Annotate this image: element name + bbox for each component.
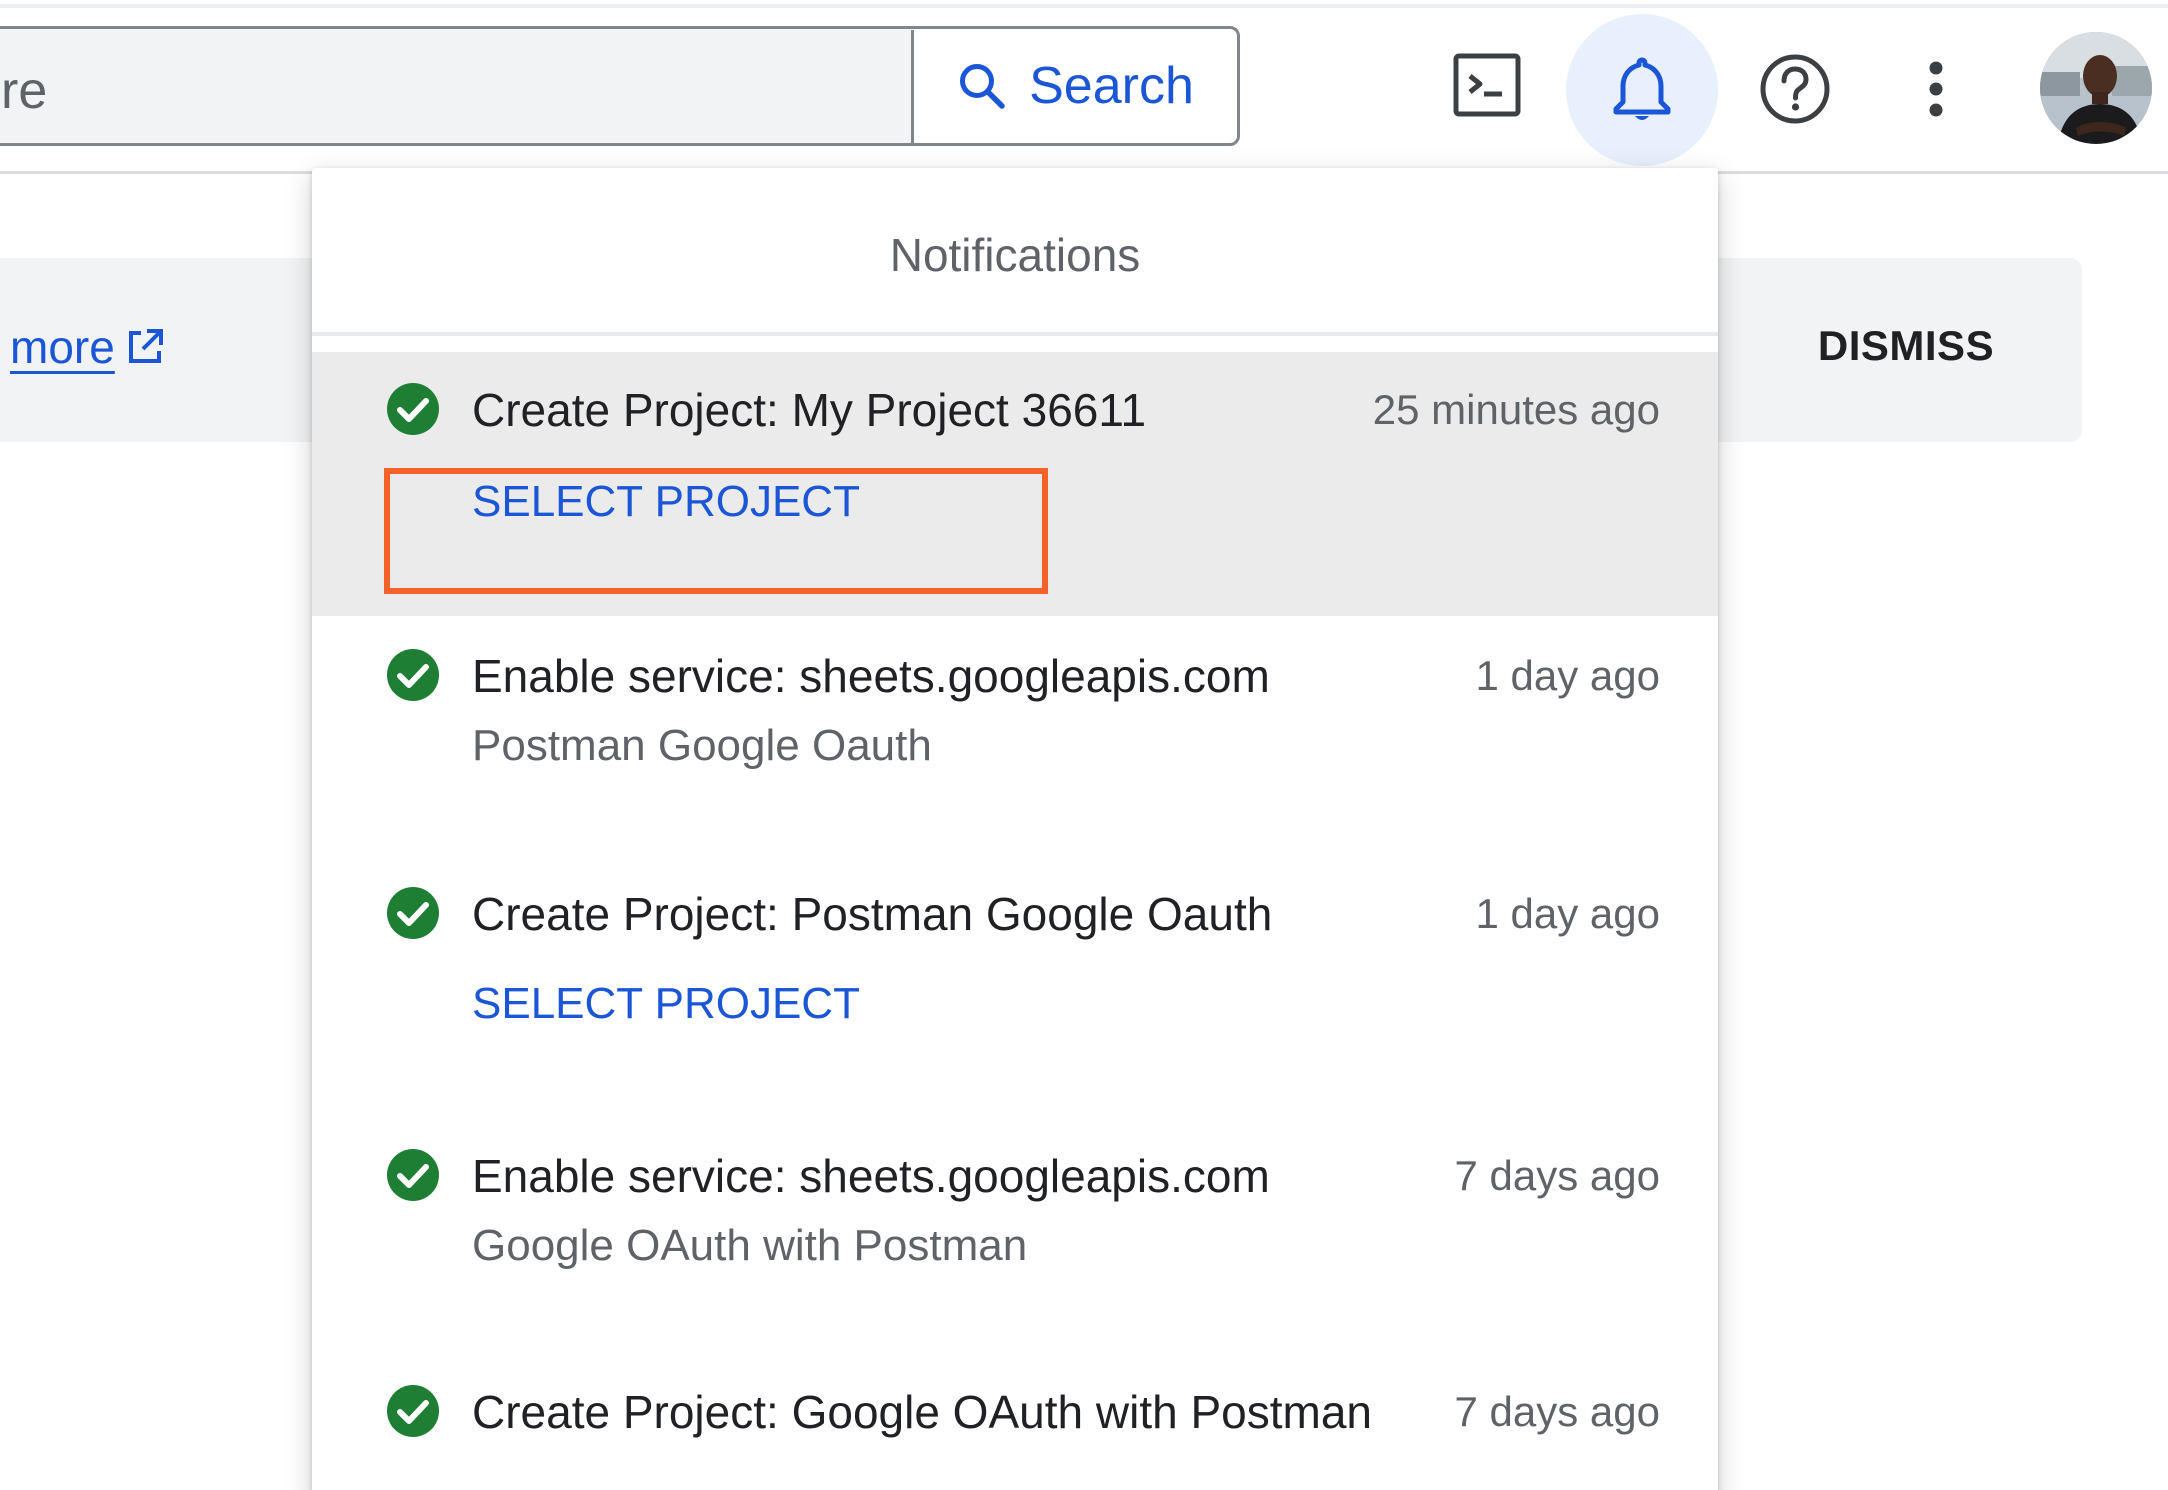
notification-subtitle: Google OAuth with Postman xyxy=(472,1221,1028,1270)
check-circle-icon xyxy=(386,648,440,702)
notification-subtitle: Postman Google Oauth xyxy=(472,721,932,770)
notification-item[interactable]: Create Project: Google OAuth with Postma… xyxy=(312,1354,1718,1490)
notification-title: Create Project: My Project 36611 xyxy=(472,384,1147,436)
notification-time: 1 day ago xyxy=(1475,890,1661,937)
notification-item[interactable]: Create Project: Postman Google Oauth 1 d… xyxy=(312,854,1718,1114)
notification-title: Enable service: sheets.googleapis.com xyxy=(472,1150,1270,1202)
notification-time: 1 day ago xyxy=(1475,652,1661,699)
more-vert-icon[interactable] xyxy=(1912,56,1960,122)
check-circle-icon xyxy=(386,1148,440,1202)
page: re Search more DISMISS Notifications Cre… xyxy=(0,0,2168,1490)
notification-title: Enable service: sheets.googleapis.com xyxy=(472,650,1270,702)
avatar[interactable] xyxy=(2040,32,2152,144)
check-circle-icon xyxy=(386,886,440,940)
check-circle-icon xyxy=(386,1384,440,1438)
learn-more-label: more xyxy=(10,321,115,373)
notification-item[interactable]: Create Project: My Project 36611 25 minu… xyxy=(312,352,1718,616)
notification-time: 7 days ago xyxy=(1454,1152,1661,1199)
cloud-shell-icon[interactable] xyxy=(1452,50,1524,122)
notifications-button[interactable] xyxy=(1566,14,1718,166)
bell-icon xyxy=(1610,54,1674,126)
notification-title: Create Project: Google OAuth with Postma… xyxy=(472,1386,1372,1438)
check-circle-icon xyxy=(386,382,440,436)
search-icon xyxy=(957,61,1007,111)
search-input[interactable]: re xyxy=(1,61,47,121)
notifications-panel: Notifications Create Project: My Project… xyxy=(312,168,1718,1490)
notification-item[interactable]: Enable service: sheets.googleapis.com 1 … xyxy=(312,616,1718,854)
notification-time: 25 minutes ago xyxy=(1372,386,1660,433)
external-link-icon xyxy=(125,327,165,367)
notification-title: Create Project: Postman Google Oauth xyxy=(472,888,1273,940)
notifications-divider xyxy=(312,332,1718,336)
dismiss-button[interactable]: DISMISS xyxy=(1806,310,2006,382)
search-button-label: Search xyxy=(1029,57,1194,115)
highlight-annotation xyxy=(384,468,1048,594)
notification-time: 7 days ago xyxy=(1454,1388,1661,1435)
topbar-top-border xyxy=(0,4,2168,8)
help-icon[interactable] xyxy=(1758,52,1832,126)
search-button[interactable]: Search xyxy=(914,29,1237,143)
notifications-title: Notifications xyxy=(889,228,1141,281)
select-project-button[interactable]: SELECT PROJECT xyxy=(472,976,860,1032)
learn-more-link[interactable]: more xyxy=(10,320,165,374)
notification-item[interactable]: Enable service: sheets.googleapis.com 7 … xyxy=(312,1114,1718,1354)
